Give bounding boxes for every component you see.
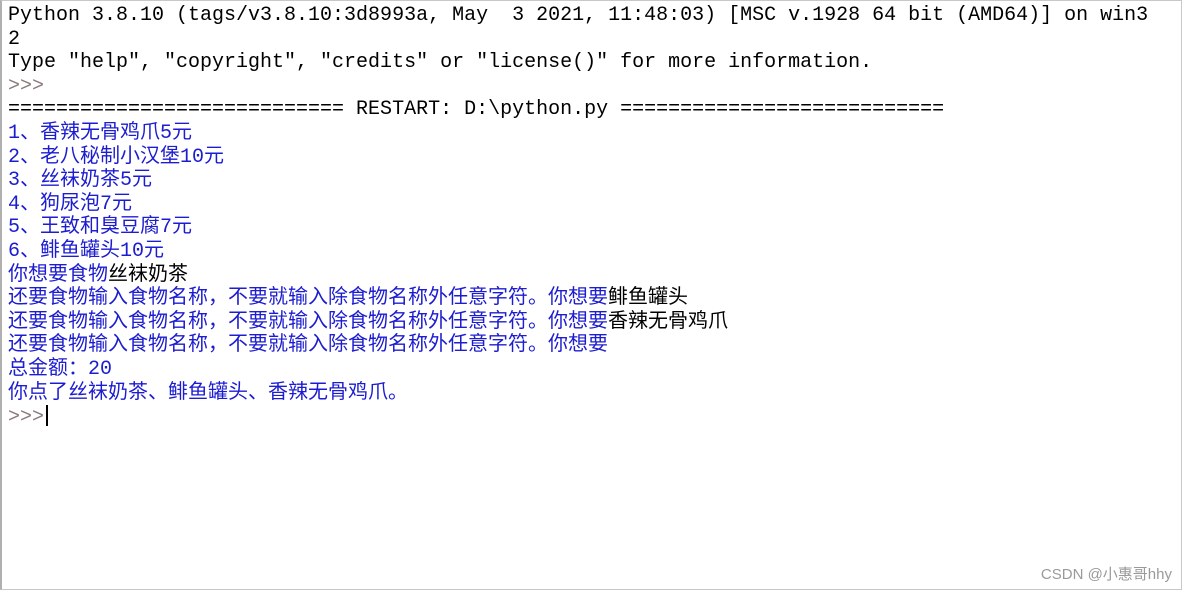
watermark: CSDN @小惠哥hhy bbox=[1040, 566, 1172, 583]
banner-line: Python 3.8.10 (tags/v3.8.10:3d8993a, May… bbox=[8, 4, 1149, 27]
user-input: 香辣无骨鸡爪 bbox=[608, 310, 728, 334]
menu-item: 6、鲱鱼罐头10元 bbox=[8, 239, 165, 263]
text-cursor bbox=[46, 405, 49, 427]
prompt: >>> bbox=[8, 74, 45, 98]
active-prompt-line[interactable]: >>> bbox=[8, 405, 1181, 429]
input-line: 你想要食物丝袜奶茶 bbox=[8, 264, 1181, 288]
menu-item: 2、老八秘制小汉堡10元 bbox=[8, 145, 225, 169]
prompt: >>> bbox=[8, 406, 45, 430]
menu-item: 4、狗尿泡7元 bbox=[8, 192, 133, 216]
user-input: 丝袜奶茶 bbox=[108, 263, 188, 287]
idle-shell-output[interactable]: Python 3.8.10 (tags/v3.8.10:3d8993a, May… bbox=[0, 0, 1182, 590]
menu-item: 3、丝袜奶茶5元 bbox=[8, 169, 153, 193]
input-line: 还要食物输入食物名称，不要就输入除食物名称外任意字符。你想要鲱鱼罐头 bbox=[8, 287, 1181, 311]
banner-line: Type "help", "copyright", "credits" or "… bbox=[8, 51, 873, 75]
restart-line: ============================ RESTART: D:… bbox=[8, 98, 945, 122]
input-prompt-text: 还要食物输入食物名称，不要就输入除食物名称外任意字符。你想要 bbox=[8, 287, 608, 311]
input-prompt-text: 你想要食物 bbox=[8, 263, 108, 287]
input-prompt-text: 还要食物输入食物名称，不要就输入除食物名称外任意字符。你想要 bbox=[8, 334, 608, 358]
user-input: 鲱鱼罐头 bbox=[608, 287, 688, 311]
input-line: 还要食物输入食物名称，不要就输入除食物名称外任意字符。你想要香辣无骨鸡爪 bbox=[8, 311, 1181, 335]
summary-line: 你点了丝袜奶茶、鲱鱼罐头、香辣无骨鸡爪。 bbox=[8, 381, 408, 405]
input-line: 还要食物输入食物名称，不要就输入除食物名称外任意字符。你想要 bbox=[8, 334, 1181, 358]
total-line: 总金额：20 bbox=[8, 357, 113, 381]
input-prompt-text: 还要食物输入食物名称，不要就输入除食物名称外任意字符。你想要 bbox=[8, 310, 608, 334]
menu-item: 1、香辣无骨鸡爪5元 bbox=[8, 121, 193, 145]
banner-line: 2 bbox=[8, 27, 21, 51]
menu-item: 5、王致和臭豆腐7元 bbox=[8, 216, 193, 240]
